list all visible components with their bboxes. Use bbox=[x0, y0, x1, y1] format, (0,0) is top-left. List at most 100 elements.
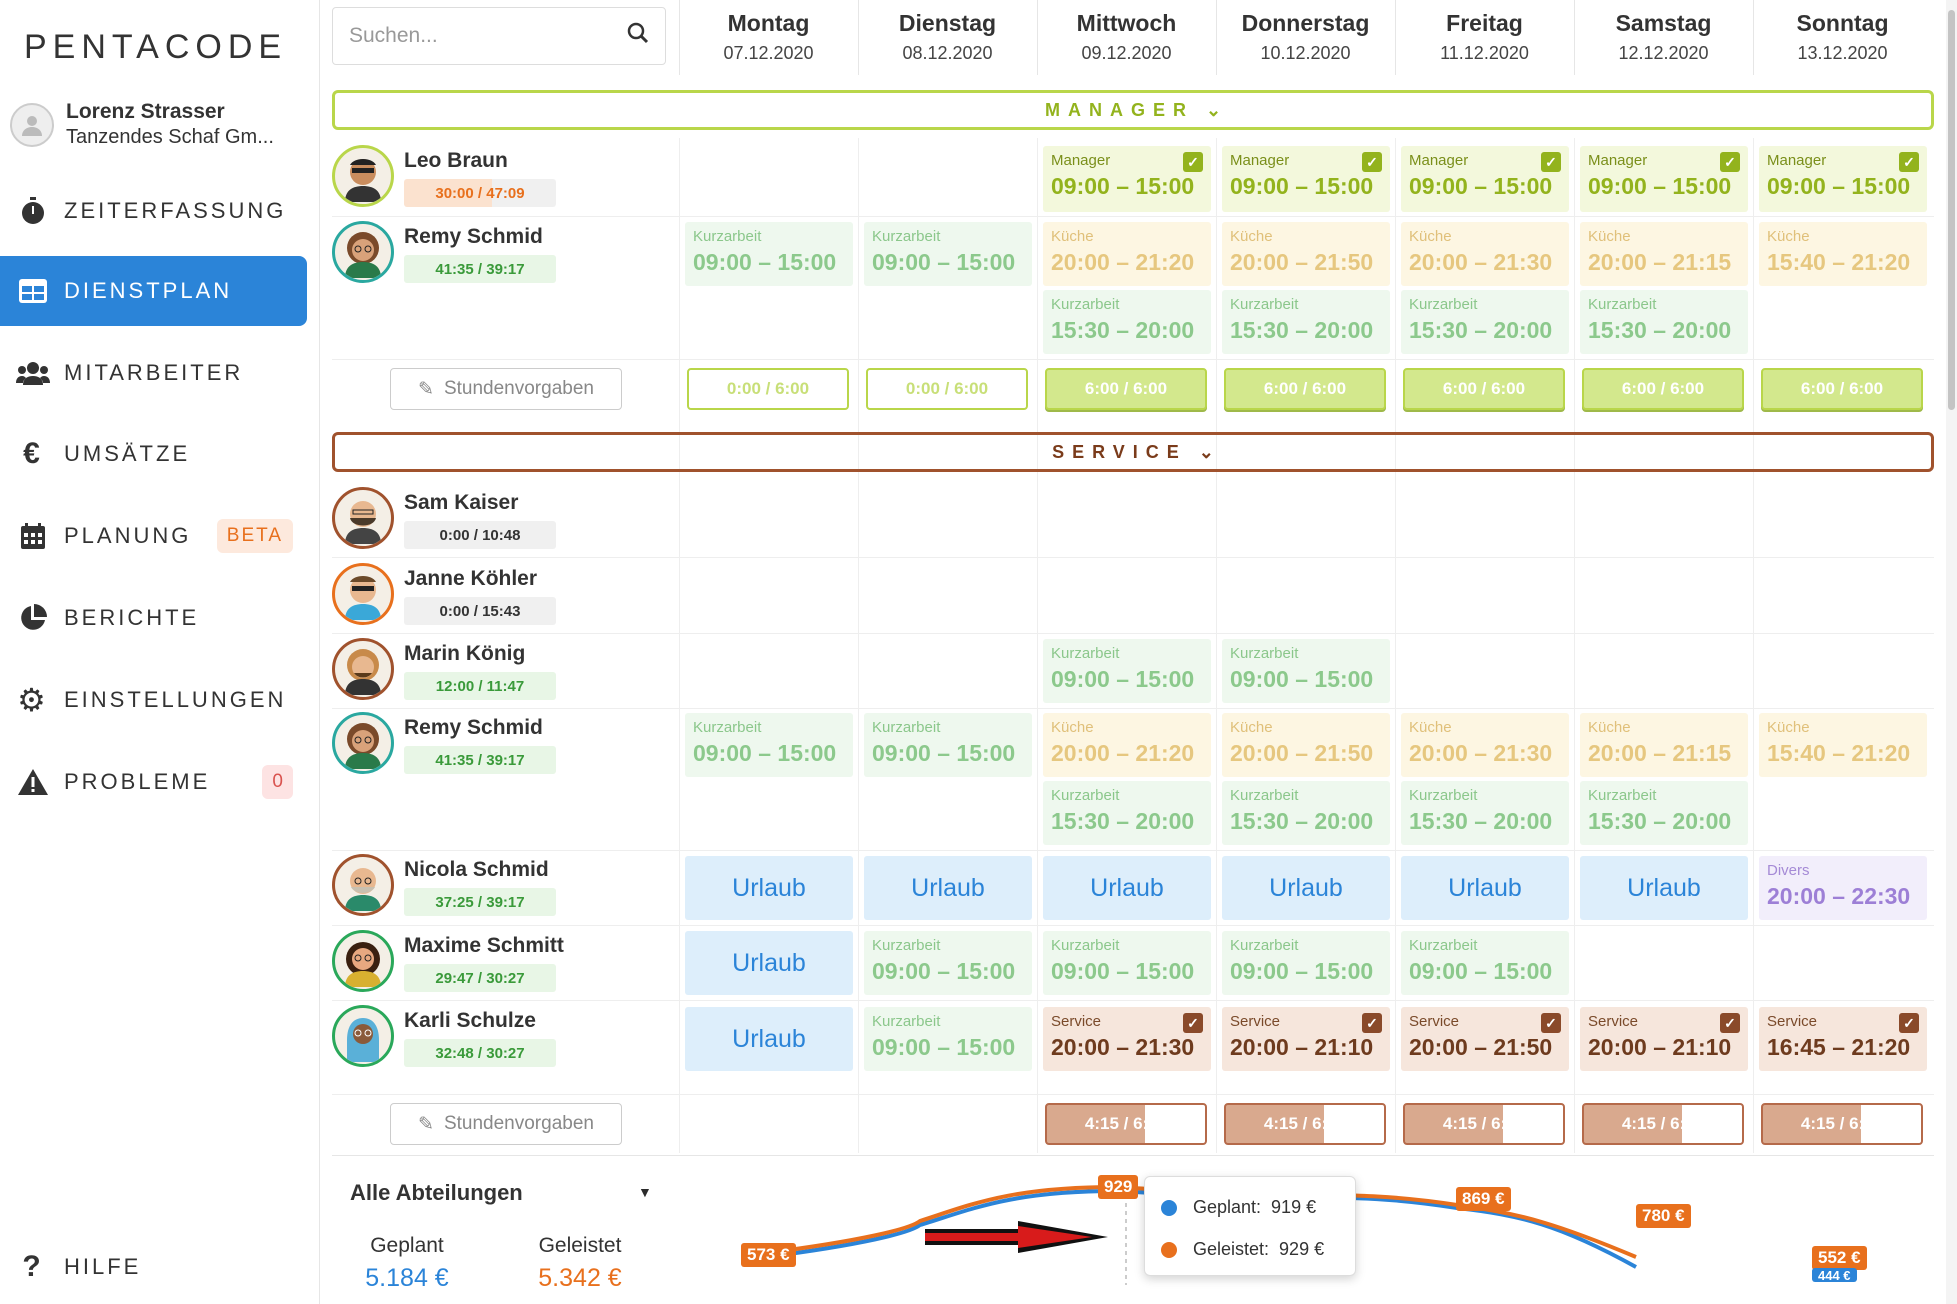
checkbox-checked-icon[interactable]: ✓ bbox=[1541, 152, 1561, 172]
hours-target-box[interactable]: 4:15 / 6:00 bbox=[1761, 1103, 1923, 1145]
shift-card[interactable]: Kurzarbeit 15:30 – 20:00 bbox=[1043, 290, 1211, 354]
search-icon[interactable] bbox=[627, 22, 649, 50]
nav-item-einstellungen[interactable]: ⚙ EINSTELLUNGEN bbox=[0, 665, 307, 735]
nav-item-dienstplan[interactable]: DIENSTPLAN bbox=[0, 256, 307, 326]
shift-card[interactable]: Küche 20:00 – 21:30 bbox=[1401, 222, 1569, 286]
shift-card[interactable]: Service 20:00 – 21:30 ✓ bbox=[1043, 1007, 1211, 1071]
shift-card[interactable]: Kurzarbeit 15:30 – 20:00 bbox=[1580, 781, 1748, 845]
stundenvorgaben-button[interactable]: ✎ Stundenvorgaben bbox=[390, 368, 622, 410]
checkbox-checked-icon[interactable]: ✓ bbox=[1541, 1013, 1561, 1033]
checkbox-checked-icon[interactable]: ✓ bbox=[1899, 152, 1919, 172]
shift-card[interactable]: Kurzarbeit 09:00 – 15:00 bbox=[1043, 639, 1211, 703]
shift-card[interactable]: Kurzarbeit 09:00 – 15:00 bbox=[1222, 639, 1390, 703]
nav-item-planung[interactable]: PLANUNG BETA bbox=[0, 501, 307, 571]
nav-item-berichte[interactable]: BERICHTE bbox=[0, 583, 307, 653]
employee-row-remy-schmid-service: Remy Schmid 41:35 / 39:17 bbox=[332, 712, 556, 774]
section-header-service[interactable]: SERVICE ⌄ bbox=[332, 432, 1934, 472]
department-select[interactable]: Alle Abteilungen bbox=[350, 1180, 523, 1206]
shift-card[interactable]: Kurzarbeit 09:00 – 15:00 bbox=[864, 931, 1032, 995]
shift-card[interactable]: Kurzarbeit 15:30 – 20:00 bbox=[1043, 781, 1211, 845]
day-header-dienstag: Dienstag 08.12.2020 bbox=[858, 0, 1036, 75]
shift-card[interactable]: Kurzarbeit 09:00 – 15:00 bbox=[864, 1007, 1032, 1071]
shift-card[interactable]: Manager 09:00 – 15:00 ✓ bbox=[1043, 146, 1211, 212]
shift-card[interactable]: Küche 20:00 – 21:20 bbox=[1043, 713, 1211, 777]
checkbox-checked-icon[interactable]: ✓ bbox=[1183, 152, 1203, 172]
caret-down-icon[interactable]: ▼ bbox=[638, 1184, 652, 1200]
hours-target-box[interactable]: 4:15 / 6:00 bbox=[1582, 1103, 1744, 1145]
employee-name: Remy Schmid bbox=[404, 225, 543, 248]
checkbox-checked-icon[interactable]: ✓ bbox=[1720, 152, 1740, 172]
nav-item-probleme[interactable]: PROBLEME 0 bbox=[0, 747, 307, 817]
shift-label: Kurzarbeit bbox=[872, 228, 941, 245]
hours-target-box[interactable]: 0:00 / 6:00 bbox=[866, 368, 1028, 410]
shift-card[interactable]: Manager 09:00 – 15:00 ✓ bbox=[1580, 146, 1748, 212]
hours-target-box[interactable]: 6:00 / 6:00 bbox=[1582, 368, 1744, 410]
user-profile[interactable]: Lorenz Strasser Tanzendes Schaf Gm... bbox=[10, 100, 274, 149]
shift-card[interactable]: Kurzarbeit 09:00 – 15:00 bbox=[685, 222, 853, 286]
hours-target-box[interactable]: 6:00 / 6:00 bbox=[1403, 368, 1565, 410]
shift-time: 20:00 – 21:30 bbox=[1409, 740, 1553, 766]
shift-card[interactable]: Küche 20:00 – 21:50 bbox=[1222, 222, 1390, 286]
shift-card[interactable]: Manager 09:00 – 15:00 ✓ bbox=[1401, 146, 1569, 212]
hours-target-box[interactable]: 4:15 / 6:00 bbox=[1045, 1103, 1207, 1145]
shift-card[interactable]: Kurzarbeit 09:00 – 15:00 bbox=[864, 713, 1032, 777]
hours-target-box[interactable]: 6:00 / 6:00 bbox=[1045, 368, 1207, 410]
shift-card[interactable]: Küche 20:00 – 21:20 bbox=[1043, 222, 1211, 286]
nav-item-zeiterfassung[interactable]: ZEITERFASSUNG bbox=[0, 176, 307, 246]
shift-time: 20:00 – 21:30 bbox=[1051, 1034, 1195, 1060]
shift-card[interactable]: Kurzarbeit 09:00 – 15:00 bbox=[685, 713, 853, 777]
shift-card[interactable]: Manager 09:00 – 15:00 ✓ bbox=[1759, 146, 1927, 212]
vacation-card[interactable]: Urlaub bbox=[685, 931, 853, 995]
hours-target-box[interactable]: 6:00 / 6:00 bbox=[1761, 368, 1923, 410]
checkbox-checked-icon[interactable]: ✓ bbox=[1362, 152, 1382, 172]
shift-card[interactable]: Kurzarbeit 09:00 – 15:00 bbox=[1401, 931, 1569, 995]
shift-card[interactable]: Divers 20:00 – 22:30 bbox=[1759, 856, 1927, 920]
shift-card[interactable]: Service 20:00 – 21:50 ✓ bbox=[1401, 1007, 1569, 1071]
shift-card[interactable]: Kurzarbeit 09:00 – 15:00 bbox=[1222, 931, 1390, 995]
shift-card[interactable]: Kurzarbeit 15:30 – 20:00 bbox=[1580, 290, 1748, 354]
checkbox-checked-icon[interactable]: ✓ bbox=[1720, 1013, 1740, 1033]
shift-card[interactable]: Küche 20:00 – 21:15 bbox=[1580, 713, 1748, 777]
shift-card[interactable]: Kurzarbeit 09:00 – 15:00 bbox=[864, 222, 1032, 286]
vacation-card[interactable]: Urlaub bbox=[685, 856, 853, 920]
checkbox-checked-icon[interactable]: ✓ bbox=[1362, 1013, 1382, 1033]
nav-item-mitarbeiter[interactable]: MITARBEITER bbox=[0, 338, 307, 408]
shift-card[interactable]: Küche 20:00 – 21:30 bbox=[1401, 713, 1569, 777]
vacation-card[interactable]: Urlaub bbox=[864, 856, 1032, 920]
shift-card[interactable]: Kurzarbeit 15:30 – 20:00 bbox=[1401, 781, 1569, 845]
shift-card[interactable]: Küche 15:40 – 21:20 bbox=[1759, 713, 1927, 777]
shift-time: 15:30 – 20:00 bbox=[1409, 317, 1553, 343]
checkbox-checked-icon[interactable]: ✓ bbox=[1183, 1013, 1203, 1033]
nav-item-umsaetze[interactable]: € UMSÄTZE bbox=[0, 419, 307, 489]
shift-card[interactable]: Service 20:00 – 21:10 ✓ bbox=[1222, 1007, 1390, 1071]
search-input[interactable]: Suchen... bbox=[332, 7, 666, 65]
hours-target-box[interactable]: 4:15 / 6:00 bbox=[1224, 1103, 1386, 1145]
hours-target-box[interactable]: 0:00 / 6:00 bbox=[687, 368, 849, 410]
shift-card[interactable]: Küche 20:00 – 21:15 bbox=[1580, 222, 1748, 286]
scrollbar-thumb[interactable] bbox=[1948, 10, 1955, 410]
shift-label: Kurzarbeit bbox=[1230, 787, 1299, 804]
shift-card[interactable]: Service 16:45 – 21:20 ✓ bbox=[1759, 1007, 1927, 1071]
hours-target-box[interactable]: 4:15 / 6:00 bbox=[1403, 1103, 1565, 1145]
shift-card[interactable]: Küche 15:40 – 21:20 bbox=[1759, 222, 1927, 286]
scrollbar[interactable] bbox=[1946, 0, 1957, 1304]
vacation-card[interactable]: Urlaub bbox=[1580, 856, 1748, 920]
nav-item-hilfe[interactable]: ? HILFE bbox=[0, 1232, 307, 1302]
pie-chart-icon bbox=[16, 601, 50, 635]
vacation-card[interactable]: Urlaub bbox=[1222, 856, 1390, 920]
shift-card[interactable]: Kurzarbeit 15:30 – 20:00 bbox=[1222, 290, 1390, 354]
stundenvorgaben-button[interactable]: ✎ Stundenvorgaben bbox=[390, 1103, 622, 1145]
checkbox-checked-icon[interactable]: ✓ bbox=[1899, 1013, 1919, 1033]
section-header-manager[interactable]: MANAGER ⌄ bbox=[332, 90, 1934, 130]
vacation-card[interactable]: Urlaub bbox=[1043, 856, 1211, 920]
day-header-samstag: Samstag 12.12.2020 bbox=[1574, 0, 1752, 75]
shift-card[interactable]: Kurzarbeit 15:30 – 20:00 bbox=[1222, 781, 1390, 845]
vacation-card[interactable]: Urlaub bbox=[1401, 856, 1569, 920]
hours-target-box[interactable]: 6:00 / 6:00 bbox=[1224, 368, 1386, 410]
shift-card[interactable]: Manager 09:00 – 15:00 ✓ bbox=[1222, 146, 1390, 212]
shift-card[interactable]: Küche 20:00 – 21:50 bbox=[1222, 713, 1390, 777]
vacation-card[interactable]: Urlaub bbox=[685, 1007, 853, 1071]
shift-card[interactable]: Service 20:00 – 21:10 ✓ bbox=[1580, 1007, 1748, 1071]
shift-card[interactable]: Kurzarbeit 15:30 – 20:00 bbox=[1401, 290, 1569, 354]
shift-card[interactable]: Kurzarbeit 09:00 – 15:00 bbox=[1043, 931, 1211, 995]
